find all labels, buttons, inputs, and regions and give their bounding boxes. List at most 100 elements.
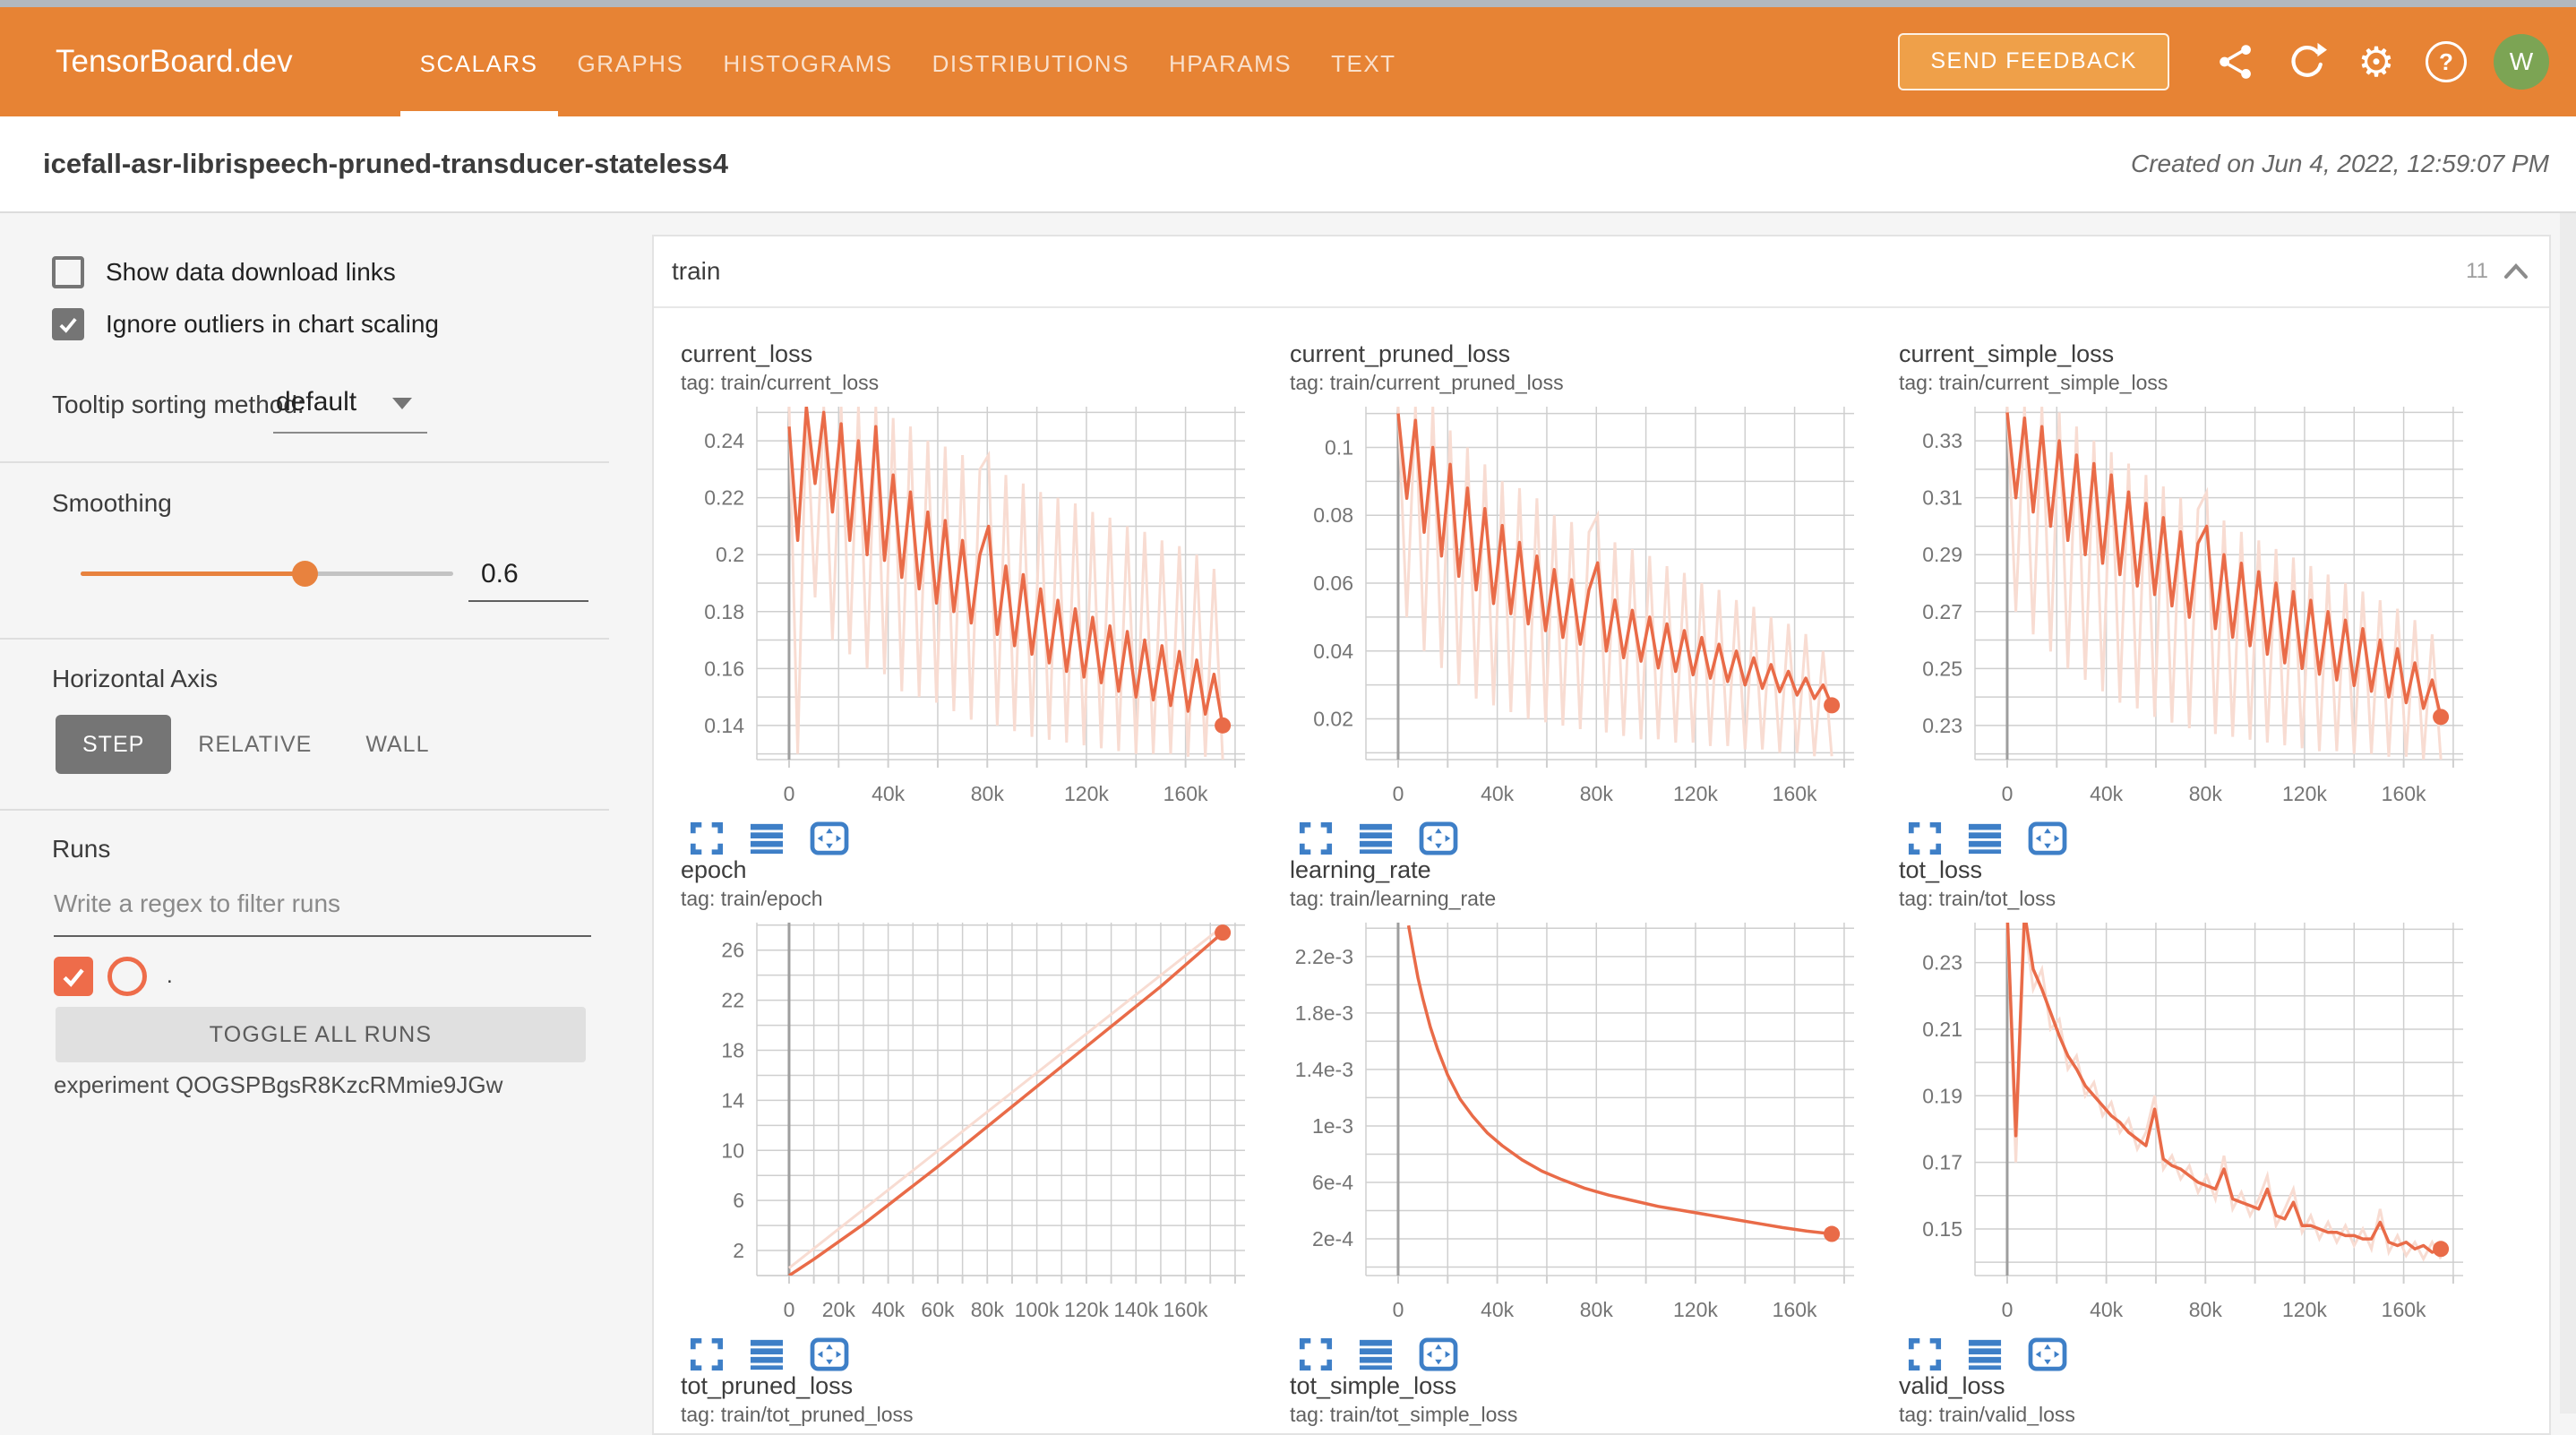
svg-text:1.4e-3: 1.4e-3 (1295, 1058, 1353, 1081)
runs-filter-input[interactable]: Write a regex to filter runs (54, 889, 340, 918)
smoothing-slider[interactable] (81, 571, 453, 576)
gear-icon[interactable]: ⚙ (2347, 32, 2406, 91)
share-icon[interactable] (2207, 32, 2266, 91)
svg-text:0.27: 0.27 (1922, 600, 1962, 623)
run-color-swatch (107, 957, 147, 996)
svg-text:6e-4: 6e-4 (1312, 1171, 1353, 1194)
tab-distributions[interactable]: DISTRIBUTIONS (913, 7, 1149, 116)
chart-current_pruned_loss: current_pruned_loss tag: train/current_p… (1290, 339, 1881, 855)
train-section-header[interactable]: train 11 (654, 236, 2549, 308)
tab-graphs[interactable]: GRAPHS (558, 7, 704, 116)
svg-text:1e-3: 1e-3 (1312, 1114, 1353, 1138)
tab-hparams[interactable]: HPARAMS (1149, 7, 1311, 116)
toggle-all-runs-button[interactable]: TOGGLE ALL RUNS (56, 1007, 586, 1062)
chart-tag: tag: train/tot_simple_loss (1290, 1403, 1881, 1426)
refresh-icon[interactable] (2277, 32, 2336, 91)
fullscreen-icon[interactable] (690, 1337, 724, 1371)
fit-domain-icon[interactable] (810, 1337, 849, 1371)
svg-text:0.15: 0.15 (1922, 1217, 1962, 1241)
avatar[interactable]: W (2494, 34, 2549, 90)
svg-text:120k: 120k (1064, 782, 1109, 805)
chevron-up-icon[interactable] (2503, 262, 2529, 281)
show-download-links-checkbox-row[interactable]: Show data download links (52, 256, 396, 288)
chart-title: valid_loss (1899, 1371, 2490, 1401)
svg-text:120k: 120k (2282, 1298, 2327, 1321)
fullscreen-icon[interactable] (1908, 1337, 1942, 1371)
created-timestamp: Created on Jun 4, 2022, 12:59:07 PM (2131, 150, 2549, 178)
svg-text:0.19: 0.19 (1922, 1084, 1962, 1107)
fit-domain-icon[interactable] (810, 821, 849, 855)
tab-text[interactable]: TEXT (1311, 7, 1415, 116)
data-table-icon[interactable] (1967, 1337, 2003, 1371)
svg-text:80k: 80k (1580, 1298, 1614, 1321)
tab-histograms[interactable]: HISTOGRAMS (703, 7, 912, 116)
chart-title: current_pruned_loss (1290, 339, 1881, 369)
run-row[interactable]: . (54, 957, 173, 996)
data-table-icon[interactable] (749, 821, 785, 855)
fit-domain-icon[interactable] (1419, 1337, 1458, 1371)
fullscreen-icon[interactable] (690, 821, 724, 855)
run-checkbox[interactable] (54, 957, 93, 996)
svg-text:20k: 20k (822, 1298, 856, 1321)
svg-text:80k: 80k (1580, 782, 1614, 805)
fullscreen-icon[interactable] (1299, 821, 1333, 855)
svg-text:2.2e-3: 2.2e-3 (1295, 945, 1353, 968)
svg-text:0.06: 0.06 (1313, 571, 1353, 595)
chart-learning_rate: learning_rate tag: train/learning_rate2e… (1290, 855, 1881, 1371)
help-icon[interactable]: ? (2417, 32, 2476, 91)
section-title: train (672, 257, 720, 286)
chart-tag: tag: train/tot_pruned_loss (681, 1403, 1272, 1426)
experiment-title-bar: icefall-asr-librispeech-pruned-transduce… (0, 116, 2576, 213)
chart-title: tot_loss (1899, 855, 2490, 885)
ignore-outliers-checkbox-row[interactable]: Ignore outliers in chart scaling (52, 308, 439, 340)
fullscreen-icon[interactable] (1299, 1337, 1333, 1371)
fit-domain-icon[interactable] (2028, 821, 2067, 855)
checkbox-label: Ignore outliers in chart scaling (106, 310, 439, 339)
svg-text:80k: 80k (2189, 1298, 2223, 1321)
checkbox-icon[interactable] (52, 308, 84, 340)
chart-tag: tag: train/current_pruned_loss (1290, 371, 1881, 394)
svg-text:40k: 40k (2090, 782, 2124, 805)
svg-text:0.21: 0.21 (1922, 1018, 1962, 1041)
slider-fill (81, 571, 305, 576)
data-table-icon[interactable] (749, 1337, 785, 1371)
axis-option-step[interactable]: STEP (56, 715, 171, 774)
svg-text:0: 0 (784, 1298, 795, 1321)
experiment-title: icefall-asr-librispeech-pruned-transduce… (43, 148, 728, 180)
checkbox-icon[interactable] (52, 256, 84, 288)
run-name: . (167, 964, 173, 989)
data-table-icon[interactable] (1358, 821, 1394, 855)
svg-text:140k: 140k (1113, 1298, 1158, 1321)
data-table-icon[interactable] (1358, 1337, 1394, 1371)
smoothing-label: Smoothing (52, 489, 172, 518)
fit-domain-icon[interactable] (1419, 821, 1458, 855)
tab-scalars[interactable]: SCALARS (400, 7, 558, 116)
svg-text:0.22: 0.22 (704, 486, 744, 510)
send-feedback-button[interactable]: SEND FEEDBACK (1898, 33, 2169, 90)
svg-text:18: 18 (721, 1039, 744, 1062)
data-table-icon[interactable] (1967, 821, 2003, 855)
svg-text:0.1: 0.1 (1325, 435, 1353, 459)
chart-count: 11 (2466, 259, 2488, 284)
divider (0, 809, 609, 811)
fullscreen-icon[interactable] (1908, 821, 1942, 855)
svg-text:40k: 40k (1481, 782, 1515, 805)
svg-text:60k: 60k (921, 1298, 955, 1321)
svg-text:0: 0 (2002, 1298, 2014, 1321)
chart-tot_loss: tot_loss tag: train/tot_loss0.150.170.19… (1899, 855, 2490, 1371)
svg-text:0.24: 0.24 (704, 429, 744, 452)
axis-option-relative[interactable]: RELATIVE (171, 715, 339, 774)
slider-thumb[interactable] (292, 561, 318, 587)
tooltip-sorting-select[interactable]: default (276, 387, 356, 417)
fit-domain-icon[interactable] (2028, 1337, 2067, 1371)
smoothing-value-input[interactable]: 0.6 (472, 559, 597, 589)
svg-text:22: 22 (721, 989, 744, 1012)
svg-text:160k: 160k (1773, 1298, 1817, 1321)
chart-current_loss: current_loss tag: train/current_loss0.14… (681, 339, 1272, 855)
chart-tot_simple_loss: tot_simple_loss tag: train/tot_simple_lo… (1290, 1371, 1881, 1426)
scrollbar[interactable] (2560, 213, 2576, 1414)
axis-option-wall[interactable]: WALL (339, 715, 456, 774)
tooltip-sorting-label: Tooltip sorting method: (52, 391, 305, 419)
horizontal-axis-label: Horizontal Axis (52, 665, 218, 693)
svg-text:120k: 120k (1673, 1298, 1718, 1321)
